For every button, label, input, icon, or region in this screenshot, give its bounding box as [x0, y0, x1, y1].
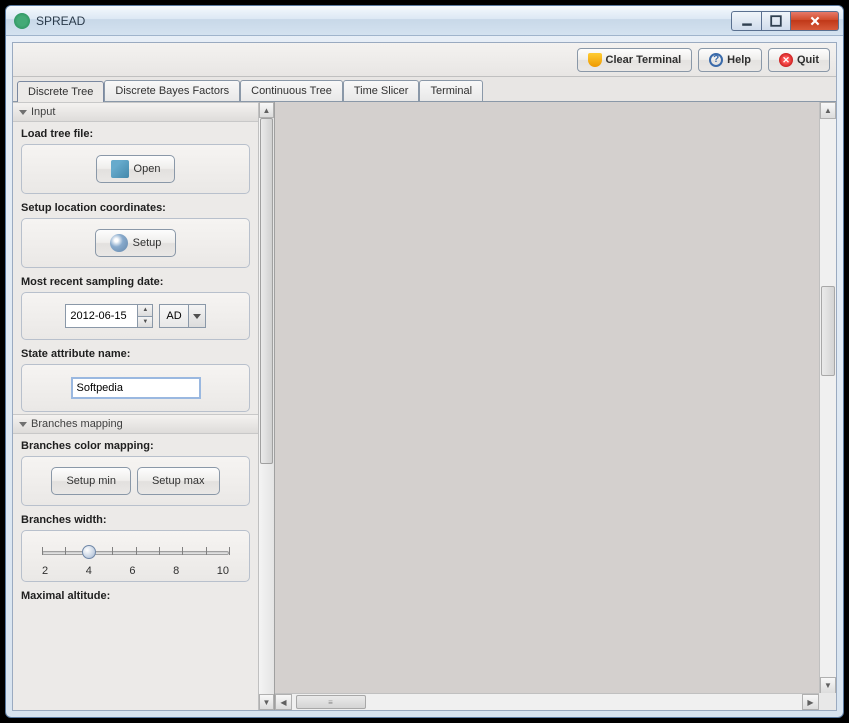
section-input-title: Input	[31, 106, 55, 118]
branches-width-slider[interactable]: 2 4 6 8 10	[34, 539, 237, 577]
quit-icon: ✕	[779, 53, 793, 67]
tab-continuous-tree[interactable]: Continuous Tree	[240, 80, 343, 101]
tab-bar: Discrete Tree Discrete Bayes Factors Con…	[13, 77, 836, 102]
content-area: Clear Terminal ? Help ✕ Quit Discrete Tr…	[12, 42, 837, 711]
setup-location-label: Setup location coordinates:	[21, 202, 250, 214]
titlebar[interactable]: SPREAD	[6, 6, 843, 36]
field-branches-width: Branches width:	[13, 508, 258, 584]
open-button[interactable]: Open	[96, 155, 176, 183]
slider-tick-label: 4	[86, 565, 92, 577]
app-icon	[14, 13, 30, 29]
branches-width-label: Branches width:	[21, 514, 250, 526]
scroll-thumb[interactable]	[821, 286, 835, 376]
field-sampling-date: Most recent sampling date: ▲ ▼	[13, 270, 258, 342]
window-title: SPREAD	[36, 14, 731, 28]
tab-terminal[interactable]: Terminal	[419, 80, 483, 101]
globe-icon	[110, 234, 128, 252]
section-branches-header[interactable]: Branches mapping	[13, 414, 258, 434]
window-controls	[731, 11, 839, 31]
scroll-down-button[interactable]: ▼	[259, 694, 274, 710]
scroll-up-button[interactable]: ▲	[259, 102, 274, 118]
slider-tick-label: 8	[173, 565, 179, 577]
maximize-button[interactable]	[761, 11, 791, 31]
slider-tick-label: 6	[129, 565, 135, 577]
load-tree-label: Load tree file:	[21, 128, 250, 140]
chevron-down-icon	[193, 314, 201, 319]
tab-time-slicer[interactable]: Time Slicer	[343, 80, 420, 101]
help-label: Help	[727, 54, 751, 66]
broom-icon	[588, 53, 602, 67]
tab-discrete-bayes-factors[interactable]: Discrete Bayes Factors	[104, 80, 240, 101]
clear-terminal-label: Clear Terminal	[606, 54, 682, 66]
left-scrollbar[interactable]: ▲ ▼	[258, 102, 274, 710]
setup-max-button[interactable]: Setup max	[137, 467, 220, 495]
tab-discrete-tree[interactable]: Discrete Tree	[17, 81, 104, 102]
section-input-header[interactable]: Input	[13, 102, 258, 122]
era-combo[interactable]: AD	[159, 304, 205, 328]
slider-tick-label: 2	[42, 565, 48, 577]
left-scroll-area: Input Load tree file: Open Setup locatio…	[13, 102, 258, 710]
date-input[interactable]	[65, 304, 137, 328]
era-dropdown-button[interactable]	[188, 304, 206, 328]
quit-label: Quit	[797, 54, 819, 66]
scrollbar-corner	[819, 693, 836, 710]
help-icon: ?	[709, 53, 723, 67]
setup-button[interactable]: Setup	[95, 229, 177, 257]
toolbar: Clear Terminal ? Help ✕ Quit	[13, 43, 836, 77]
left-panel: Input Load tree file: Open Setup locatio…	[13, 102, 275, 710]
date-spinner[interactable]: ▲ ▼	[65, 304, 153, 328]
file-open-icon	[111, 160, 129, 178]
collapse-icon	[19, 110, 27, 115]
scroll-thumb[interactable]: ≡	[296, 695, 366, 709]
date-spinner-down[interactable]: ▼	[137, 316, 153, 329]
state-attribute-input[interactable]	[71, 377, 201, 399]
section-branches-title: Branches mapping	[31, 418, 123, 430]
field-maximal-altitude: Maximal altitude:	[13, 584, 258, 608]
slider-tick-label: 10	[217, 565, 229, 577]
scroll-up-button[interactable]: ▲	[820, 102, 836, 119]
right-canvas[interactable]	[275, 102, 836, 710]
state-attribute-label: State attribute name:	[21, 348, 250, 360]
setup-min-button[interactable]: Setup min	[51, 467, 131, 495]
era-value: AD	[159, 304, 187, 328]
clear-terminal-button[interactable]: Clear Terminal	[577, 48, 693, 72]
field-branches-color: Branches color mapping: Setup min Setup …	[13, 434, 258, 508]
help-button[interactable]: ? Help	[698, 48, 762, 72]
minimize-button[interactable]	[731, 11, 761, 31]
sampling-date-label: Most recent sampling date:	[21, 276, 250, 288]
quit-button[interactable]: ✕ Quit	[768, 48, 830, 72]
branches-color-label: Branches color mapping:	[21, 440, 250, 452]
slider-thumb[interactable]	[82, 545, 96, 559]
scroll-left-button[interactable]: ◀	[275, 694, 292, 710]
right-horizontal-scrollbar[interactable]: ◀ ≡ ▶	[275, 693, 819, 710]
right-vertical-scrollbar[interactable]: ▲ ▼	[819, 102, 836, 694]
collapse-icon	[19, 422, 27, 427]
field-state-attribute: State attribute name:	[13, 342, 258, 414]
scroll-right-button[interactable]: ▶	[802, 694, 819, 710]
right-panel: ▲ ▼ ◀ ≡ ▶	[275, 102, 836, 710]
maximal-altitude-label: Maximal altitude:	[21, 590, 250, 602]
close-button[interactable]	[791, 11, 839, 31]
scroll-thumb[interactable]	[260, 118, 273, 464]
main-split: Input Load tree file: Open Setup locatio…	[13, 102, 836, 710]
date-spinner-up[interactable]: ▲	[137, 304, 153, 316]
app-window: SPREAD Clear Terminal ? Help ✕ Quit Disc…	[5, 5, 844, 718]
field-load-tree: Load tree file: Open	[13, 122, 258, 196]
scroll-down-button[interactable]: ▼	[820, 677, 836, 694]
field-setup-location: Setup location coordinates: Setup	[13, 196, 258, 270]
